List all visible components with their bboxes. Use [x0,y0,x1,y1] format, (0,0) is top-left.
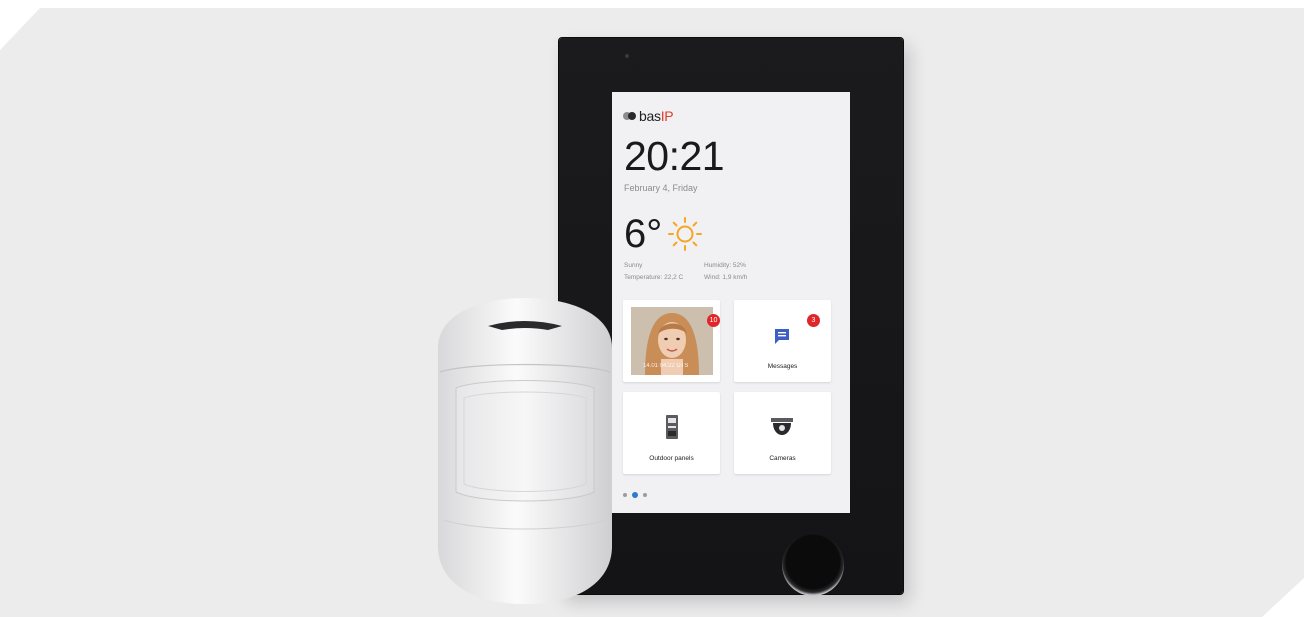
call-caption: 14.01 04:22 DTS [643,363,689,369]
weather-indoor-temperature: Temperature: 22,2 C [624,274,684,281]
motion-sensor-device [438,298,612,604]
page-dot[interactable] [643,493,647,497]
visitor-photo: 14.01 04:22 DTS [631,307,713,375]
clock-date: February 4, Friday [624,183,698,193]
page-dot-active[interactable] [632,492,638,498]
weather-wind: Wind: 1,9 km/h [704,274,748,281]
brand-logo: basIP [623,108,674,124]
clock-time: 20:21 [624,133,725,179]
tile-outdoor-panels-label: Outdoor panels [649,455,694,462]
product-scene: basIP 20:21 February 4, Friday 6° Sunny … [0,8,1304,617]
weather-temperature: 6° [624,212,663,256]
front-camera-icon [625,54,629,58]
tile-messages[interactable]: 3 Messages [734,300,831,382]
tile-cameras[interactable]: Cameras [734,392,831,474]
tile-outdoor-panels[interactable]: Outdoor panels [623,392,720,474]
calls-badge: 10 [707,314,720,327]
panel-screen: basIP 20:21 February 4, Friday 6° Sunny … [612,92,850,513]
weather-condition: Sunny [624,262,643,269]
weather-humidity: Humidity: 52% [704,262,746,269]
tile-calls[interactable]: 14.01 04:22 DTS 10 [623,300,720,382]
dome-camera-icon [771,418,793,435]
tile-cameras-label: Cameras [769,455,796,462]
page-dot[interactable] [623,493,627,497]
tile-messages-label: Messages [767,363,798,370]
sun-icon [668,217,702,251]
intercom-panel-icon [666,415,678,439]
message-icon [775,329,789,344]
home-button[interactable] [782,534,844,596]
page-indicator[interactable] [623,492,647,498]
messages-badge: 3 [807,314,820,327]
logo-mark-icon [623,111,637,121]
